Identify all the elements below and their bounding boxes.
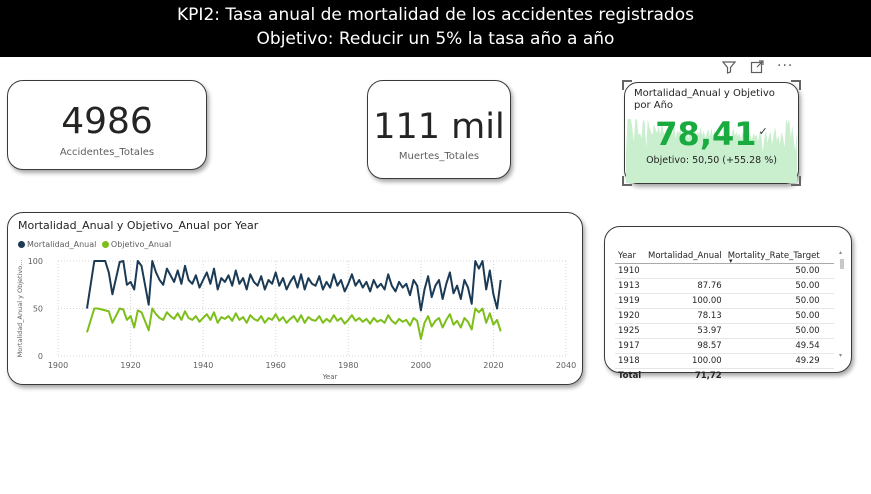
page-header: KPI2: Tasa anual de mortalidad de los ac…	[0, 0, 871, 57]
header-title-line2: Objetivo: Reducir un 5% la tasa año a añ…	[256, 29, 615, 49]
selection-handle[interactable]	[791, 80, 801, 90]
column-header-mortalidad-label: Mortalidad_Anual	[648, 251, 722, 261]
column-header-mortalidad[interactable]: Mortalidad_Anual	[645, 249, 725, 264]
sort-descending-icon[interactable]: ▾	[729, 257, 733, 265]
table-card[interactable]: Year Mortalidad_Anual Mortality_Rate_Tar…	[604, 226, 852, 383]
x-tick-label: 1960	[266, 361, 286, 370]
series-line-objetivo	[86, 307, 502, 340]
x-tick-label: 1940	[193, 361, 213, 370]
table-row[interactable]: 1920 78.13 50.00	[615, 308, 834, 324]
table-row[interactable]: 1918 100.00 49.29	[615, 353, 834, 369]
x-tick-label: 1980	[338, 361, 358, 370]
kpi-muertes-label: Muertes_Totales	[398, 151, 480, 162]
x-axis-label: Year	[322, 373, 338, 381]
selection-handle[interactable]	[622, 80, 632, 90]
y-tick-label: 100	[28, 257, 43, 266]
cell-mortalidad: 100.00	[645, 293, 725, 309]
cell-target: 50.00	[724, 308, 834, 324]
cell-target: 50.00	[724, 263, 834, 279]
total-mortalidad: 71,72	[645, 368, 725, 383]
cell-target: 49.54	[724, 338, 834, 354]
y-tick-label: 0	[38, 352, 43, 361]
x-tick-label: 2000	[411, 361, 431, 370]
x-tick-label: 2040	[556, 361, 576, 370]
scroll-up-icon[interactable]: ▴	[839, 249, 842, 256]
cell-target: 49.29	[724, 353, 834, 369]
header-title-line1: KPI2: Tasa anual de mortalidad de los ac…	[177, 5, 694, 25]
y-tick-label: 50	[33, 305, 43, 314]
cell-year: 1918	[615, 353, 645, 369]
focus-mode-icon[interactable]	[750, 60, 764, 78]
cell-target: 50.00	[724, 293, 834, 309]
cell-mortalidad: 87.76	[645, 278, 725, 294]
cell-year: 1925	[615, 323, 645, 339]
table-row[interactable]: 1910 50.00	[615, 263, 834, 279]
cell-mortalidad: 78.13	[645, 308, 725, 324]
kpi-card-accidentes[interactable]: 4986 Accidentes_Totales	[7, 80, 207, 170]
scrollbar-thumb[interactable]	[840, 259, 844, 269]
visual-toolbar: ···	[720, 58, 800, 78]
cell-year: 1919	[615, 293, 645, 309]
kpi-accidentes-label: Accidentes_Totales	[59, 147, 155, 158]
column-header-target-label: Mortality_Rate_Target	[727, 251, 820, 261]
selection-handle[interactable]	[622, 176, 632, 186]
kpi-mortalidad-goal: Objetivo: 50,50 (+55.28 %)	[646, 155, 777, 166]
kpi-mortalidad-value: 78,41 ✓	[625, 115, 798, 153]
column-header-year[interactable]: Year	[615, 249, 645, 264]
cell-year: 1910	[615, 263, 645, 279]
kpi-mortalidad-value-text: 78,41	[655, 115, 757, 153]
table-row[interactable]: 1917 98.57 49.54	[615, 338, 834, 354]
table-header-row: Year Mortalidad_Anual Mortality_Rate_Tar…	[615, 249, 834, 264]
scroll-down-icon[interactable]: ▾	[839, 352, 842, 359]
selection-handle[interactable]	[791, 176, 801, 186]
total-label: Total	[615, 368, 645, 383]
cell-target: 50.00	[724, 323, 834, 339]
x-tick-label: 1900	[48, 361, 68, 370]
table-total-row: Total 71,72	[615, 368, 834, 383]
cell-year: 1917	[615, 338, 645, 354]
x-tick-label: 2020	[483, 361, 503, 370]
kpi-accidentes-value: 4986	[61, 101, 153, 142]
total-target	[724, 368, 834, 383]
table-scrollbar[interactable]: ▴ ▾	[839, 249, 845, 359]
cell-year: 1913	[615, 278, 645, 294]
table-row[interactable]: 1919 100.00 50.00	[615, 293, 834, 309]
cell-mortalidad: 98.57	[645, 338, 725, 354]
line-chart[interactable]: 0 50 100 1900 1920 1940 1960 1980 2000 2020 2040 Ye…	[8, 213, 582, 384]
table-row[interactable]: 1925 53.97 50.00	[615, 323, 834, 339]
data-table: Year Mortalidad_Anual Mortality_Rate_Tar…	[615, 249, 834, 383]
kpi-card-mortalidad[interactable]: Mortalidad_Anual y Objetivo por Año 78,4…	[622, 80, 801, 186]
more-options-icon[interactable]: ···	[777, 58, 793, 74]
kpi-muertes-value: 111 mil	[373, 107, 505, 147]
column-header-target[interactable]: Mortality_Rate_Target	[724, 249, 834, 264]
cell-year: 1920	[615, 308, 645, 324]
kpi-mortalidad-title: Mortalidad_Anual y Objetivo por Año	[634, 88, 775, 111]
cell-mortalidad	[645, 263, 725, 279]
x-tick-label: 1920	[120, 361, 140, 370]
cell-mortalidad: 53.97	[645, 323, 725, 339]
line-chart-card[interactable]: Mortalidad_Anual y Objetivo_Anual por Ye…	[7, 212, 583, 385]
cell-mortalidad: 100.00	[645, 353, 725, 369]
cell-target: 50.00	[724, 278, 834, 294]
table-row[interactable]: 1913 87.76 50.00	[615, 278, 834, 294]
y-axis-label: Mortalidad_Anual y Objetivo...	[16, 260, 24, 358]
filter-icon[interactable]	[721, 60, 737, 78]
series-line-mortalidad	[86, 260, 502, 312]
goal-met-check-icon: ✓	[758, 125, 768, 138]
kpi-card-muertes[interactable]: 111 mil Muertes_Totales	[367, 80, 511, 179]
